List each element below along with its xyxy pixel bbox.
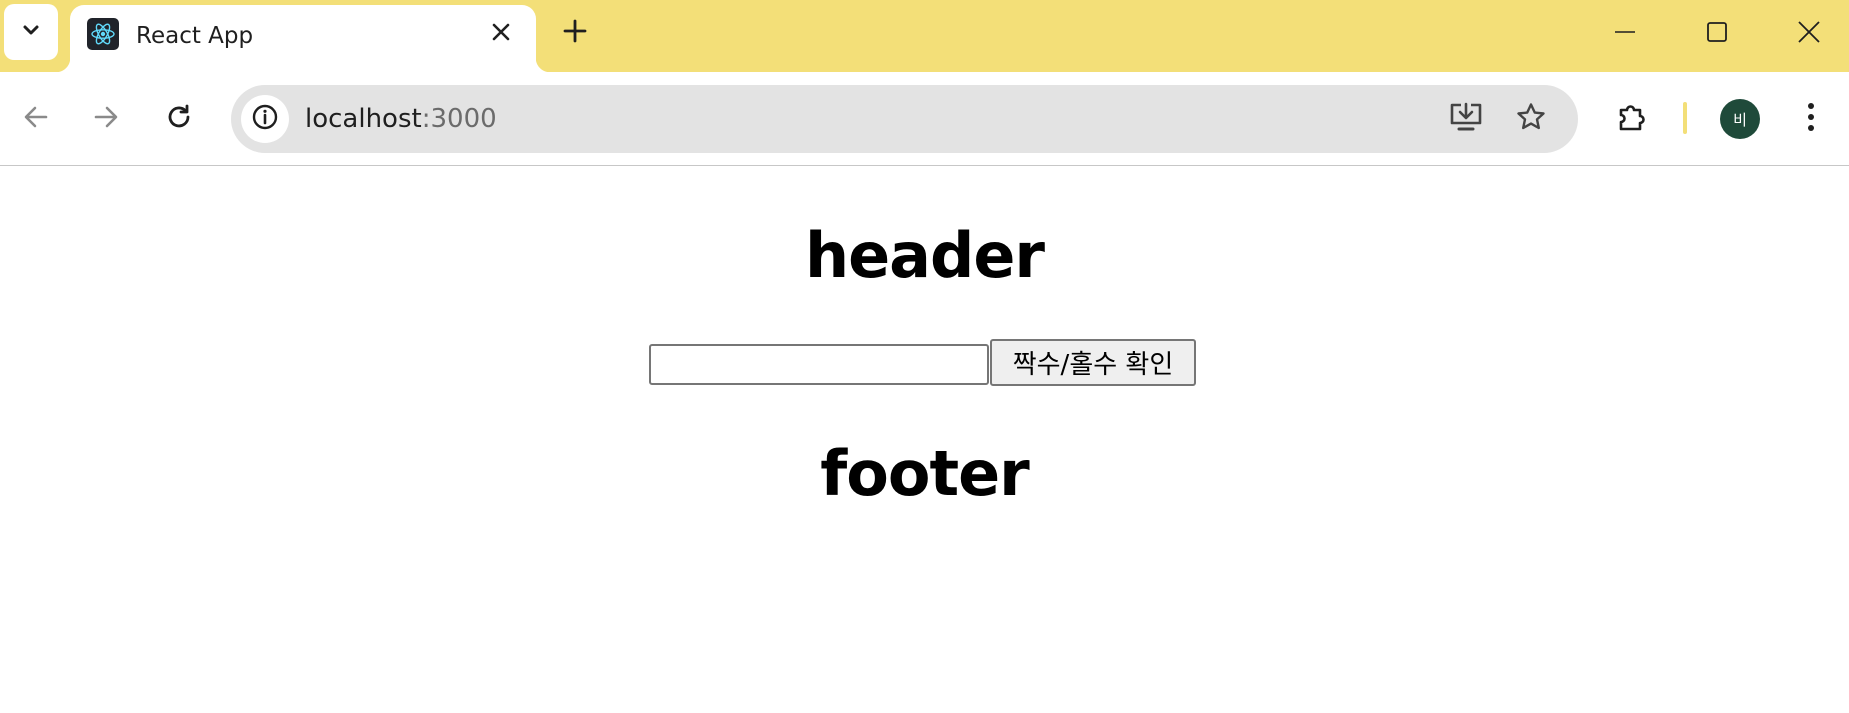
reload-icon — [165, 103, 193, 135]
tab-title: React App — [136, 23, 254, 49]
number-input[interactable] — [649, 344, 989, 385]
url-host: localhost — [305, 104, 422, 134]
toolbar-divider — [1683, 102, 1687, 134]
check-even-odd-button[interactable]: 짝수/홀수 확인 — [990, 339, 1196, 386]
page-footer: footer — [820, 437, 1029, 510]
install-app-button[interactable] — [1444, 97, 1488, 141]
maximize-icon — [1706, 21, 1728, 47]
forward-button[interactable] — [83, 96, 129, 142]
url-text[interactable]: localhost:3000 — [305, 104, 497, 134]
active-tab[interactable]: React App — [56, 5, 550, 72]
chevron-down-icon — [21, 20, 41, 44]
bookmark-button[interactable] — [1509, 97, 1553, 141]
page-content: header 짝수/홀수 확인 footer — [0, 167, 1849, 713]
profile-avatar[interactable]: 비 — [1720, 99, 1760, 139]
url-port: :3000 — [421, 104, 497, 134]
browser-title-bar: React App — [0, 0, 1849, 72]
reload-button[interactable] — [156, 96, 202, 142]
site-info-button[interactable] — [241, 95, 289, 143]
tab-search-button[interactable] — [4, 4, 58, 60]
maximize-button[interactable] — [1693, 10, 1741, 58]
react-logo-icon — [87, 18, 119, 50]
arrow-right-icon — [92, 103, 120, 135]
minimize-icon — [1614, 21, 1636, 47]
info-icon — [251, 103, 279, 135]
close-icon — [1797, 20, 1821, 48]
plus-icon — [563, 19, 587, 47]
back-button[interactable] — [13, 96, 59, 142]
extensions-button[interactable] — [1609, 96, 1655, 142]
browser-menu-button[interactable] — [1788, 96, 1834, 142]
address-bar[interactable]: localhost:3000 — [231, 85, 1578, 153]
new-tab-button[interactable] — [556, 14, 594, 52]
browser-toolbar: localhost:3000 비 — [0, 72, 1849, 166]
install-icon — [1449, 102, 1483, 136]
puzzle-icon — [1616, 101, 1648, 137]
kebab-menu-icon — [1806, 102, 1816, 136]
close-icon — [492, 23, 510, 45]
tab-close-button[interactable] — [486, 19, 516, 49]
close-window-button[interactable] — [1785, 10, 1833, 58]
page-header: header — [804, 219, 1045, 292]
minimize-button[interactable] — [1601, 10, 1649, 58]
star-icon — [1516, 102, 1546, 136]
arrow-left-icon — [22, 103, 50, 135]
